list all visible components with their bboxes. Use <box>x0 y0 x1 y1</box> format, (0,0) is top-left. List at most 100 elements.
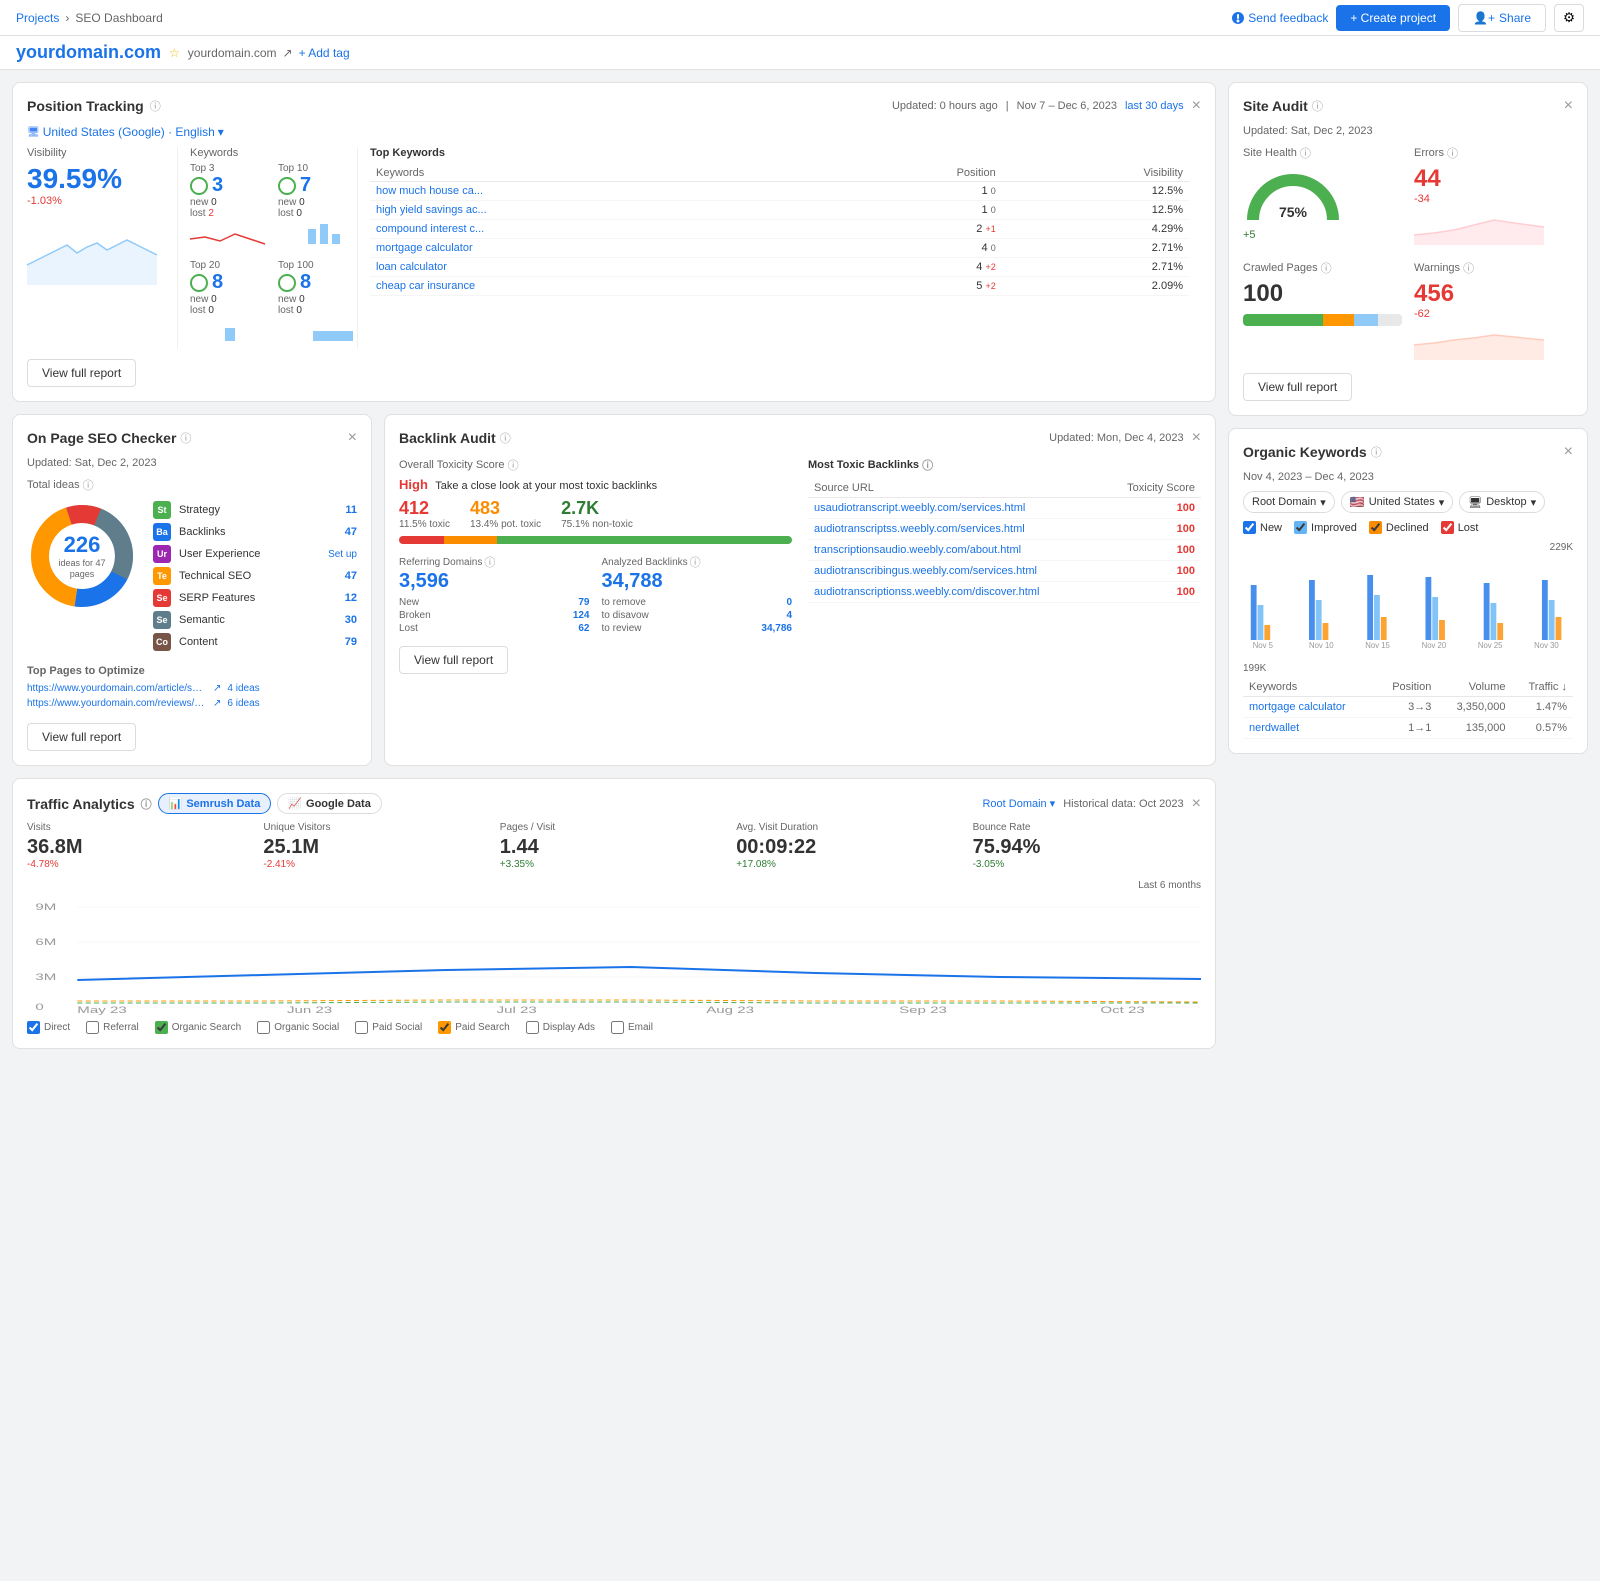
pt-info-icon[interactable]: ⓘ <box>150 98 161 114</box>
toxicity-info-icon[interactable]: ⓘ <box>508 457 519 473</box>
kw-keyword[interactable]: how much house ca... <box>370 182 816 201</box>
ops-close-button[interactable]: × <box>348 429 357 447</box>
kw-keyword[interactable]: loan calculator <box>370 258 816 277</box>
top-page-row[interactable]: https://www.yourdomain.com/reviews/banki… <box>27 698 357 709</box>
legend-email[interactable]: Email <box>611 1021 653 1034</box>
ta-metrics: Visits 36.8M -4.78% Unique Visitors 25.1… <box>27 822 1201 870</box>
kw-keyword[interactable]: high yield savings ac... <box>370 201 816 220</box>
ba-info-icon[interactable]: ⓘ <box>500 430 511 446</box>
breadcrumb-current: SEO Dashboard <box>75 11 162 25</box>
legend-display-ads[interactable]: Display Ads <box>526 1021 595 1034</box>
on-page-seo-card: On Page SEO Checker ⓘ × Updated: Sat, De… <box>12 414 372 766</box>
tox-bar-orange <box>444 536 497 544</box>
ok-close-button[interactable]: × <box>1564 443 1573 461</box>
ta-root-domain-filter[interactable]: Root Domain ▾ <box>982 797 1055 810</box>
pt-location-filter[interactable]: 🖥 United States (Google) · English ▾ <box>27 125 1201 139</box>
idea-count[interactable]: 11 <box>345 504 357 516</box>
top20-value: 8 <box>212 271 223 294</box>
ops-view-report-button[interactable]: View full report <box>27 723 136 751</box>
breadcrumb-projects[interactable]: Projects <box>16 11 59 25</box>
ops-info-icon[interactable]: ⓘ <box>180 430 191 446</box>
kw-position: 4 0 <box>816 239 1002 258</box>
top-page-row[interactable]: https://www.yourdomain.com/article/small… <box>27 683 357 694</box>
idea-setup[interactable]: Set up <box>328 549 357 560</box>
ops-header: On Page SEO Checker ⓘ × <box>27 429 357 447</box>
ok-device-filter[interactable]: 🖥 Desktop ▾ <box>1459 491 1545 513</box>
legend-referral[interactable]: Referral <box>86 1021 139 1034</box>
legend-paid-search[interactable]: Paid Search <box>438 1021 509 1034</box>
toxic-url[interactable]: audiotranscribingus.weebly.com/services.… <box>808 561 1089 582</box>
ok-traffic: 1.47% <box>1512 697 1574 718</box>
ta-tab-semrush[interactable]: 📊 Semrush Data <box>158 793 272 814</box>
ref-analyzed-grid: Referring Domains ⓘ 3,596 New 79 <box>399 554 792 636</box>
ok-row: mortgage calculator 3→3 3,350,000 1.47% <box>1243 697 1573 718</box>
ops-body: 226 ideas for 47 pages St Strategy 11 Ba… <box>27 501 357 655</box>
keywords-metric: Keywords Top 3 3 new 0 lost 2 <box>177 147 357 349</box>
ok-keyword[interactable]: mortgage calculator <box>1243 697 1375 718</box>
idea-count[interactable]: 12 <box>345 592 357 604</box>
toxic-url[interactable]: transcriptionsaudio.weebly.com/about.htm… <box>808 540 1089 561</box>
breadcrumb: Projects › SEO Dashboard <box>16 11 163 25</box>
idea-count[interactable]: 47 <box>345 570 357 582</box>
pt-close-button[interactable]: × <box>1192 97 1201 115</box>
external-link-icon[interactable]: ↗ <box>283 46 293 60</box>
share-button[interactable]: 👤+ Share <box>1458 4 1546 32</box>
sa-view-report-button[interactable]: View full report <box>1243 373 1352 401</box>
toxic-url[interactable]: audiotranscriptionss.weebly.com/discover… <box>808 582 1089 603</box>
idea-count[interactable]: 30 <box>345 614 357 626</box>
ba-view-report-button[interactable]: View full report <box>399 646 508 674</box>
visibility-label: Visibility <box>27 147 165 159</box>
top-kw-row: high yield savings ac... 1 0 12.5% <box>370 201 1189 220</box>
toxic-url[interactable]: audiotranscriptss.weebly.com/services.ht… <box>808 519 1089 540</box>
settings-button[interactable]: ⚙ <box>1554 4 1584 32</box>
th-toxicity-score: Toxicity Score <box>1089 479 1201 498</box>
kw-keyword[interactable]: compound interest c... <box>370 220 816 239</box>
ops-title: On Page SEO Checker <box>27 430 176 446</box>
kw-keyword[interactable]: mortgage calculator <box>370 239 816 258</box>
legend-direct[interactable]: Direct <box>27 1021 70 1034</box>
ok-legend-improved[interactable]: Improved <box>1294 521 1357 534</box>
ok-legend-new[interactable]: New <box>1243 521 1282 534</box>
svg-text:Nov 15: Nov 15 <box>1365 641 1390 650</box>
ok-info-icon[interactable]: ⓘ <box>1371 444 1382 460</box>
ok-root-domain-filter[interactable]: Root Domain ▾ <box>1243 491 1335 513</box>
legend-organic-search[interactable]: Organic Search <box>155 1021 241 1034</box>
pt-date-filter[interactable]: last 30 days <box>1125 100 1184 112</box>
sa-grid: Site Health ⓘ 75% <box>1243 145 1573 363</box>
ta-info-icon[interactable]: ⓘ <box>141 796 152 812</box>
left-column: Position Tracking ⓘ Updated: 0 hours ago… <box>12 82 1216 1049</box>
legend-organic-social[interactable]: Organic Social <box>257 1021 339 1034</box>
idea-name: SERP Features <box>179 592 255 604</box>
sa-info-icon[interactable]: ⓘ <box>1312 98 1323 114</box>
ok-keyword[interactable]: nerdwallet <box>1243 718 1375 739</box>
idea-count[interactable]: 47 <box>345 526 357 538</box>
main-grid: Position Tracking ⓘ Updated: 0 hours ago… <box>0 70 1600 1061</box>
domain-url: yourdomain.com <box>188 46 277 60</box>
ta-tab-google[interactable]: 📈 Google Data <box>277 793 382 814</box>
ok-country-filter[interactable]: 🇺🇸 United States ▾ <box>1341 491 1454 513</box>
position-tracking-card: Position Tracking ⓘ Updated: 0 hours ago… <box>12 82 1216 402</box>
pt-view-report-button[interactable]: View full report <box>27 359 136 387</box>
sa-close-button[interactable]: × <box>1564 97 1573 115</box>
kw-position: 5 +2 <box>816 277 1002 296</box>
send-feedback-link[interactable]: Send feedback <box>1232 11 1328 25</box>
legend-paid-social[interactable]: Paid Social <box>355 1021 422 1034</box>
toxic-url[interactable]: usaudiotranscript.weebly.com/services.ht… <box>808 498 1089 519</box>
ba-close-button[interactable]: × <box>1192 429 1201 447</box>
ok-legend-lost[interactable]: Lost <box>1441 521 1479 534</box>
create-project-button[interactable]: + Create project <box>1336 5 1450 31</box>
idea-count[interactable]: 79 <box>345 636 357 648</box>
ta-close-button[interactable]: × <box>1192 795 1201 813</box>
idea-name: Technical SEO <box>179 570 251 582</box>
kw-keyword[interactable]: cheap car insurance <box>370 277 816 296</box>
overall-toxicity-label: Overall Toxicity Score <box>399 459 505 471</box>
ok-legend-declined[interactable]: Declined <box>1369 521 1429 534</box>
idea-name: Semantic <box>179 614 225 626</box>
svg-text:Nov 30: Nov 30 <box>1534 641 1559 650</box>
th-position: Position <box>816 165 1002 182</box>
idea-row: Co Content 79 <box>153 633 357 651</box>
add-tag-link[interactable]: + Add tag <box>299 46 350 60</box>
svg-text:Jun 23: Jun 23 <box>287 1005 332 1015</box>
star-icon[interactable]: ☆ <box>169 46 180 60</box>
top-pages-label: Top Pages to Optimize <box>27 665 357 677</box>
